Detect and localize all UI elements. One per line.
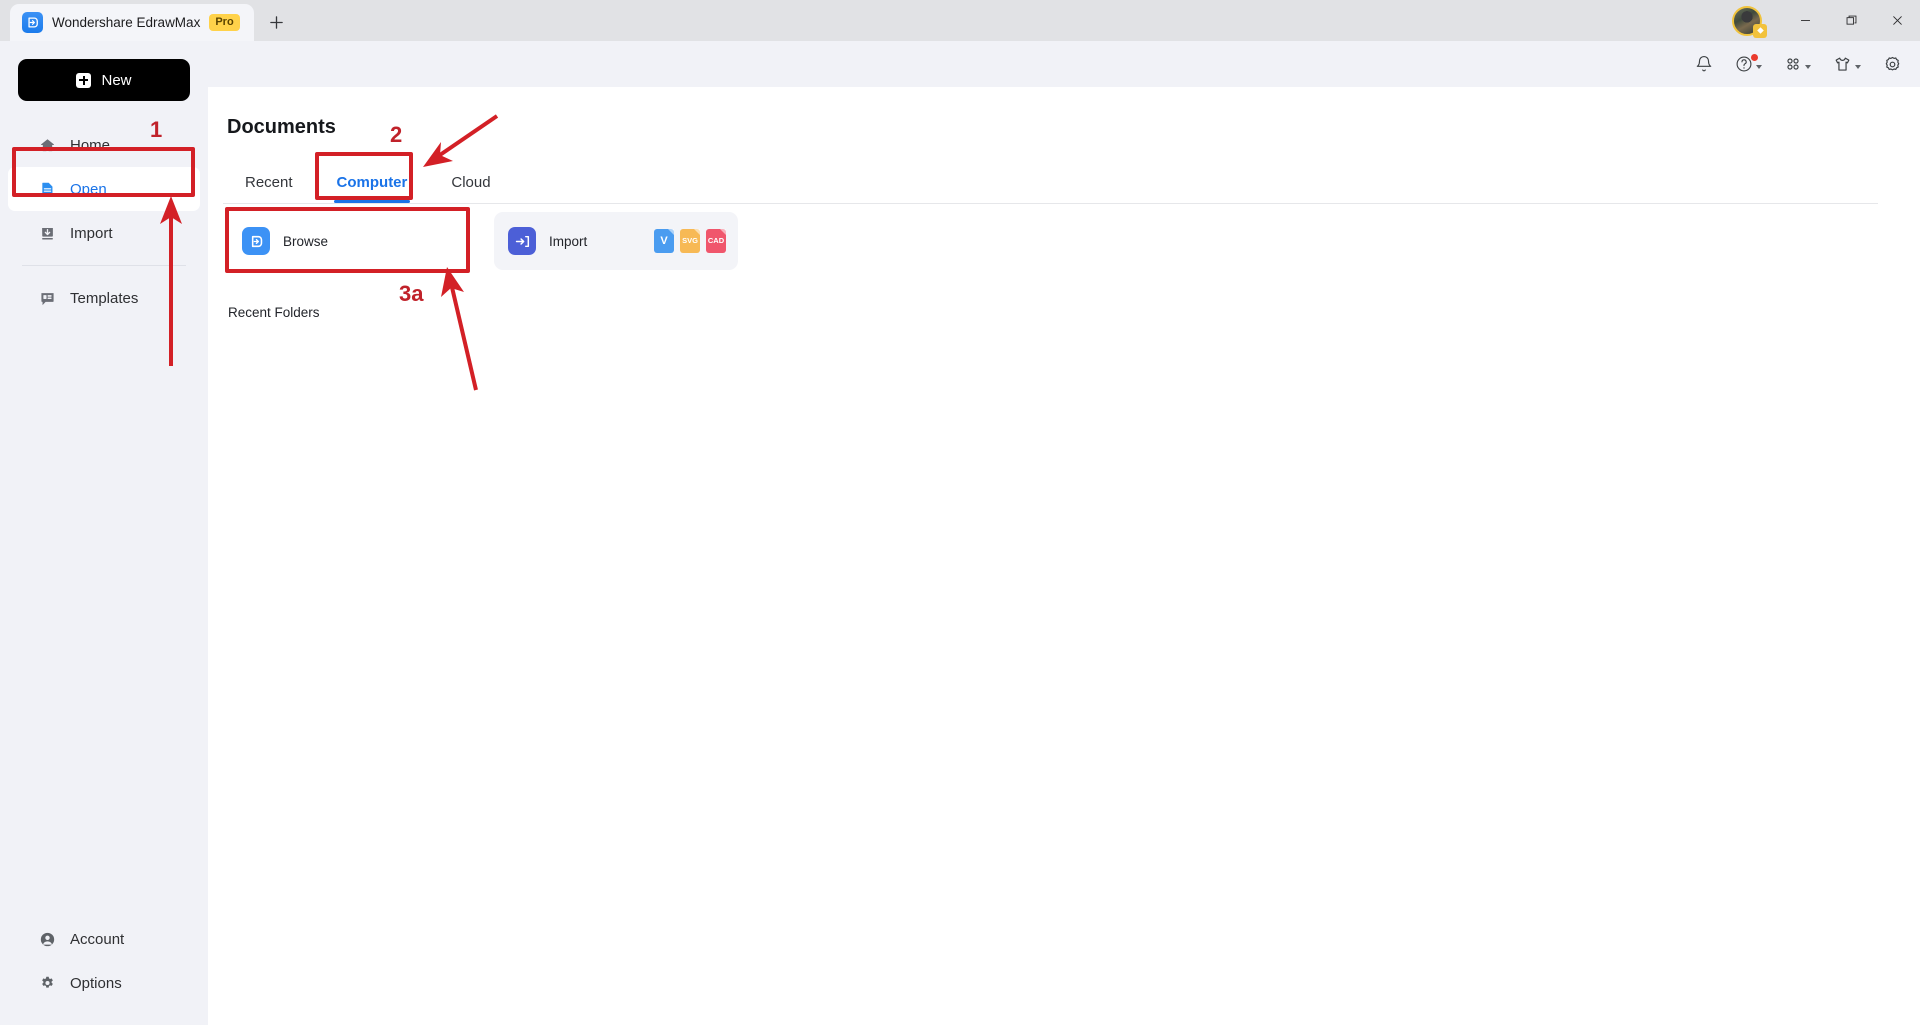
maximize-icon[interactable]	[1828, 0, 1874, 41]
tab-label: Cloud	[451, 174, 491, 191]
sidebar-item-options[interactable]: Options	[8, 961, 200, 1005]
format-badge-label: CAD	[707, 236, 725, 246]
tab-recent[interactable]: Recent	[223, 162, 315, 203]
notification-bell-icon[interactable]	[1695, 55, 1713, 73]
sidebar-item-templates[interactable]: Templates	[8, 276, 200, 320]
recent-folders-label: Recent Folders	[228, 305, 320, 320]
sidebar-item-label: Account	[70, 930, 125, 948]
sidebar-item-import[interactable]: Import	[8, 211, 200, 255]
pro-badge: Pro	[209, 14, 240, 31]
card-label: Import	[549, 233, 588, 249]
settings-gear-icon[interactable]	[1883, 55, 1902, 74]
annotation-box-browse	[225, 207, 470, 273]
annotation-number-1: 1	[150, 117, 163, 142]
templates-icon	[38, 289, 57, 308]
sidebar-item-label: Import	[70, 224, 113, 242]
plus-icon	[76, 72, 92, 88]
annotation-number-2: 2	[390, 122, 403, 147]
new-button[interactable]: New	[18, 59, 190, 101]
document-tab[interactable]: Wondershare EdrawMax Pro	[10, 4, 254, 41]
utility-bar	[0, 41, 1920, 87]
premium-crown-icon	[1753, 23, 1767, 38]
new-tab-button[interactable]	[260, 5, 294, 39]
titlebar: Wondershare EdrawMax Pro	[0, 0, 1920, 41]
page-title: Documents	[227, 116, 336, 138]
import-icon	[38, 224, 57, 243]
sidebar-bottom-nav: Account Options	[0, 917, 208, 1005]
annotation-box-open	[12, 147, 195, 197]
edrawmax-logo-icon	[22, 12, 43, 33]
format-badge-label: SVG	[682, 236, 698, 246]
tab-cloud[interactable]: Cloud	[429, 162, 512, 203]
import-card[interactable]: Import V SVG CAD	[494, 212, 738, 270]
sidebar-item-account[interactable]: Account	[8, 917, 200, 961]
apps-grid-icon[interactable]	[1784, 55, 1811, 73]
annotation-box-computer-tab	[315, 152, 413, 200]
format-badge-svg: SVG	[680, 229, 700, 253]
chevron-down-icon	[1855, 64, 1861, 69]
chevron-down-icon	[1805, 64, 1811, 69]
help-notification-dot	[1751, 54, 1758, 61]
close-icon[interactable]	[1874, 0, 1920, 41]
sidebar-item-label: Options	[70, 974, 122, 992]
chevron-down-icon	[1756, 64, 1762, 69]
theme-shirt-icon[interactable]	[1833, 55, 1861, 74]
sidebar-divider	[22, 265, 186, 266]
import-arrow-icon	[508, 227, 536, 255]
format-badge-visio: V	[654, 229, 674, 253]
utility-icons	[1695, 41, 1902, 87]
window-controls	[1732, 0, 1920, 41]
format-badges: V SVG CAD	[654, 229, 726, 253]
documents-tabs: Recent Computer Cloud	[223, 162, 1878, 204]
account-icon	[38, 930, 57, 949]
sidebar-item-label: Templates	[70, 289, 139, 307]
format-badge-cad: CAD	[706, 229, 726, 253]
minimize-icon[interactable]	[1782, 0, 1828, 41]
annotation-number-3a: 3a	[399, 281, 424, 306]
new-button-label: New	[101, 71, 132, 89]
app-window: Wondershare EdrawMax Pro New Home Open I…	[0, 0, 1920, 1025]
help-icon[interactable]	[1735, 54, 1762, 73]
tab-label: Recent	[245, 174, 293, 191]
format-badge-label: V	[660, 234, 668, 247]
options-gear-icon	[38, 974, 57, 993]
avatar[interactable]	[1732, 4, 1767, 38]
document-tab-title: Wondershare EdrawMax	[52, 15, 201, 30]
